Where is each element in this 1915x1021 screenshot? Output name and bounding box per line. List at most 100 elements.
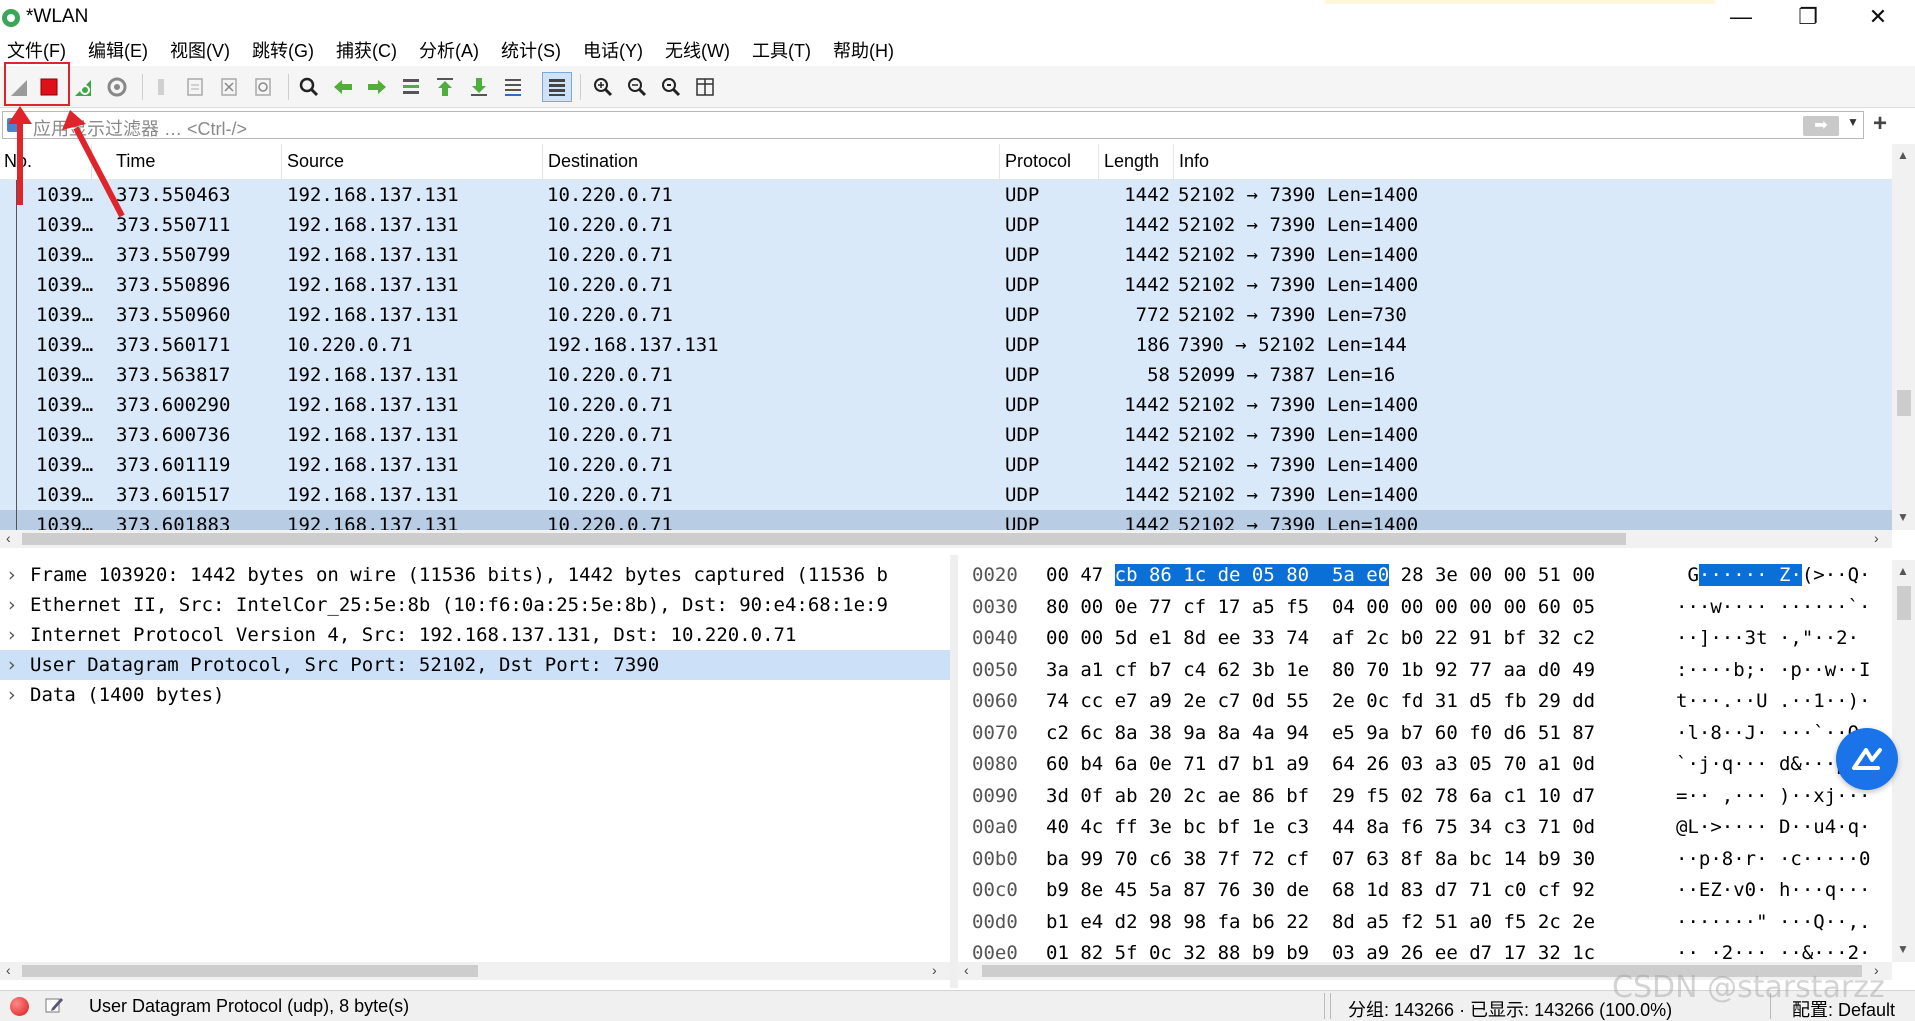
menu-item-9[interactable]: 工具(T) — [752, 37, 811, 63]
column-header-length[interactable]: Length — [1100, 144, 1174, 180]
zoom-normal-button[interactable] — [656, 72, 686, 102]
scroll-left-arrow-icon[interactable]: ‹ — [964, 962, 969, 978]
hex-dump-row[interactable]: 00a0 40 4c ff 3e bc bf 1e c3 44 8a f6 75 … — [958, 812, 1888, 842]
menu-item-7[interactable]: 电话(Y) — [583, 37, 643, 63]
menu-item-4[interactable]: 捕获(C) — [336, 37, 397, 63]
ascii-segment: ·······" ···Q··,. — [1676, 910, 1871, 933]
reload-file-button[interactable] — [248, 72, 278, 102]
floating-assistant-button[interactable] — [1836, 728, 1898, 790]
menu-item-8[interactable]: 无线(W) — [665, 37, 730, 63]
open-file-button[interactable] — [146, 72, 176, 102]
hex-dump-row[interactable]: 0090 3d 0f ab 20 2c ae 86 bf 29 f5 02 78 … — [958, 781, 1888, 811]
packet-row[interactable]: 1039… 373.550960 192.168.137.131 10.220.0.7… — [0, 300, 1892, 330]
packet-list-horizontal-scrollbar[interactable]: ‹ › — [0, 530, 1892, 548]
hex-bytes: 80 00 0e 77 cf 17 a5 f5 04 00 00 00 00 0… — [1046, 596, 1595, 618]
packet-row[interactable]: 1039… 373.550799 192.168.137.131 10.220.0.7… — [0, 240, 1892, 270]
packet-cell-length: 1442 — [1124, 484, 1170, 506]
column-header-info[interactable]: Info — [1175, 144, 1892, 180]
expand-chevron-icon[interactable]: › — [8, 684, 16, 706]
packet-row[interactable]: 1039… 373.550896 192.168.137.131 10.220.0.7… — [0, 270, 1892, 300]
scroll-down-arrow-icon[interactable]: ▼ — [1897, 510, 1909, 524]
detail-tree-item[interactable]: › Data (1400 bytes) — [0, 680, 950, 710]
packet-cell-length: 186 — [1135, 334, 1170, 356]
close-file-button[interactable] — [214, 72, 244, 102]
menu-item-3[interactable]: 跳转(G) — [252, 37, 314, 63]
detail-tree-item[interactable]: › Internet Protocol Version 4, Src: 192.1… — [0, 620, 950, 650]
scroll-thumb[interactable] — [22, 533, 1626, 545]
scroll-left-arrow-icon[interactable]: ‹ — [6, 962, 11, 978]
menu-item-6[interactable]: 统计(S) — [501, 37, 561, 63]
go-back-icon — [334, 80, 352, 94]
save-file-button[interactable] — [180, 72, 210, 102]
zoom-out-button[interactable] — [622, 72, 652, 102]
edit-comment-icon[interactable] — [44, 995, 64, 1020]
column-header-protocol[interactable]: Protocol — [1001, 144, 1099, 180]
scroll-thumb[interactable] — [1897, 390, 1911, 416]
hex-dump-row[interactable]: 0070 c2 6c 8a 38 9a 8a 4a 94 e5 9a b7 60 … — [958, 718, 1888, 748]
resize-columns-button[interactable] — [690, 72, 720, 102]
packet-row[interactable]: 1039… 373.560171 10.220.0.71 192.168.137.13… — [0, 330, 1892, 360]
column-header-source[interactable]: Source — [283, 144, 543, 180]
pane-splitter[interactable] — [950, 555, 958, 988]
expand-chevron-icon[interactable]: › — [8, 564, 16, 586]
hex-dump-row[interactable]: 0080 60 b4 6a 0e 71 d7 b1 a9 64 26 03 a3 … — [958, 749, 1888, 779]
colorize-button[interactable] — [542, 72, 572, 102]
go-forward-button[interactable] — [362, 72, 392, 102]
packet-row[interactable]: 1039… 373.601517 192.168.137.131 10.220.0.7… — [0, 480, 1892, 510]
hex-dump-row[interactable]: 0030 80 00 0e 77 cf 17 a5 f5 04 00 00 00 … — [958, 592, 1888, 622]
find-packet-button[interactable] — [294, 72, 324, 102]
scroll-down-arrow-icon[interactable]: ▼ — [1897, 942, 1909, 956]
detail-tree-item[interactable]: › Ethernet II, Src: IntelCor_25:5e:8b (10… — [0, 590, 950, 620]
hex-dump-row[interactable]: 0050 3a a1 cf b7 c4 62 3b 1e 80 70 1b 92 … — [958, 655, 1888, 685]
ascii-dump: G······ Z·(>··Q· — [1676, 564, 1870, 586]
capture-status-icon[interactable] — [10, 997, 29, 1016]
scroll-right-arrow-icon[interactable]: › — [932, 962, 937, 978]
packet-list-vertical-scrollbar[interactable]: ▲ ▼ — [1892, 144, 1915, 530]
restore-button[interactable]: ❐ — [1773, 0, 1843, 34]
close-button[interactable]: ✕ — [1843, 0, 1913, 34]
details-horizontal-scrollbar[interactable]: ‹ › — [0, 962, 950, 980]
expand-chevron-icon[interactable]: › — [8, 654, 16, 676]
expand-chevron-icon[interactable]: › — [8, 624, 16, 646]
hex-dump-row[interactable]: 00c0 b9 8e 45 5a 87 76 30 de 68 1d 83 d7 … — [958, 875, 1888, 905]
scroll-thumb[interactable] — [1897, 586, 1911, 620]
column-header-destination[interactable]: Destination — [544, 144, 1000, 180]
hex-dump-row[interactable]: 0020 00 47 cb 86 1c de 05 80 5a e0 28 3e … — [958, 560, 1888, 590]
scroll-right-arrow-icon[interactable]: › — [1874, 530, 1879, 546]
menu-item-2[interactable]: 视图(V) — [170, 37, 230, 63]
detail-tree-item[interactable]: › User Datagram Protocol, Src Port: 52102… — [0, 650, 950, 680]
autoscroll-button[interactable] — [498, 72, 528, 102]
scroll-thumb[interactable] — [22, 965, 478, 977]
go-last-button[interactable] — [464, 72, 494, 102]
hex-dump-row[interactable]: 0040 00 00 5d e1 8d ee 33 74 af 2c b0 22 … — [958, 623, 1888, 653]
packet-row[interactable]: 1039… 373.600736 192.168.137.131 10.220.0.7… — [0, 420, 1892, 450]
menu-item-10[interactable]: 帮助(H) — [833, 37, 894, 63]
packet-row[interactable]: 1039… 373.600290 192.168.137.131 10.220.0.7… — [0, 390, 1892, 420]
zoom-in-button[interactable] — [588, 72, 618, 102]
packet-cell-protocol: UDP — [1005, 454, 1040, 476]
scroll-up-arrow-icon[interactable]: ▲ — [1897, 148, 1909, 162]
packet-cell-length: 1442 — [1124, 424, 1170, 446]
add-filter-button[interactable]: + — [1873, 110, 1887, 138]
menu-item-5[interactable]: 分析(A) — [419, 37, 479, 63]
packet-row[interactable]: 1039… 373.550711 192.168.137.131 10.220.0.7… — [0, 210, 1892, 240]
apply-filter-button[interactable]: ➡ — [1803, 116, 1839, 136]
expand-chevron-icon[interactable]: › — [8, 594, 16, 616]
packet-row[interactable]: 1039… 373.601119 192.168.137.131 10.220.0.7… — [0, 450, 1892, 480]
go-back-button[interactable] — [328, 72, 358, 102]
detail-tree-item[interactable]: › Frame 103920: 1442 bytes on wire (11536… — [0, 560, 950, 590]
hex-dump-row[interactable]: 00b0 ba 99 70 c6 38 7f 72 cf 07 63 8f 8a … — [958, 844, 1888, 874]
packet-row[interactable]: 1039… 373.601883 192.168.137.131 10.220.0.7… — [0, 510, 1892, 530]
scroll-up-arrow-icon[interactable]: ▲ — [1897, 564, 1909, 578]
ascii-dump: @L·>···· D··u4·q· — [1676, 816, 1870, 838]
go-to-packet-button[interactable] — [396, 72, 426, 102]
go-first-button[interactable] — [430, 72, 460, 102]
hex-dump-row[interactable]: 0060 74 cc e7 a9 2e c7 0d 55 2e 0c fd 31 … — [958, 686, 1888, 716]
packet-row[interactable]: 1039… 373.563817 192.168.137.131 10.220.0.7… — [0, 360, 1892, 390]
packet-row[interactable]: 1039… 373.550463 192.168.137.131 10.220.0.7… — [0, 180, 1892, 210]
filter-history-dropdown[interactable]: ▼ — [1847, 115, 1859, 129]
scroll-left-arrow-icon[interactable]: ‹ — [6, 530, 11, 546]
hex-dump-row[interactable]: 00d0 b1 e4 d2 98 98 fa b6 22 8d a5 f2 51 … — [958, 907, 1888, 937]
display-filter-input[interactable]: 应用显示过滤器 … <Ctrl-/> ➡ ▼ — [2, 111, 1864, 139]
minimize-button[interactable]: — — [1706, 0, 1776, 34]
